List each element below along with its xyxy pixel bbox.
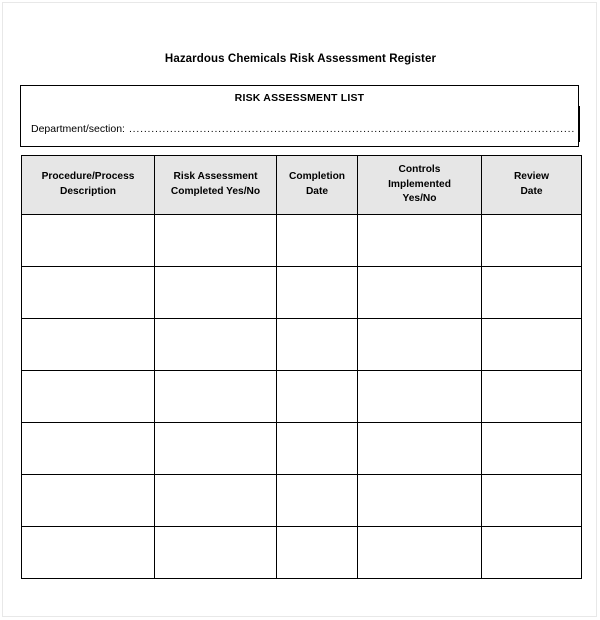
cell-risk-assessment-completed[interactable] (154, 214, 277, 267)
table-body (21, 214, 582, 579)
header-line: Yes/No (402, 193, 437, 205)
cell-completion-date[interactable] (276, 526, 358, 579)
cell-risk-assessment-completed[interactable] (154, 318, 277, 371)
cell-completion-date[interactable] (276, 318, 358, 371)
cell-completion-date[interactable] (276, 422, 358, 475)
header-line: Completed Yes/No (170, 186, 261, 197)
cell-controls-implemented[interactable] (357, 474, 482, 527)
cell-controls-implemented[interactable] (357, 318, 482, 371)
table-row (21, 526, 582, 579)
department-section-label: Department/section: (31, 123, 125, 135)
cell-risk-assessment-completed[interactable] (154, 422, 277, 475)
table-row (21, 474, 582, 527)
cell-risk-assessment-completed[interactable] (154, 370, 277, 423)
cell-controls-implemented[interactable] (357, 214, 482, 267)
column-header-review-date: Review Date (481, 155, 582, 215)
cell-review-date[interactable] (481, 214, 582, 267)
header-line: Review (513, 171, 550, 183)
cell-risk-assessment-completed[interactable] (154, 474, 277, 527)
cell-procedure-process-description[interactable] (21, 526, 155, 579)
cell-risk-assessment-completed[interactable] (154, 266, 277, 319)
table-row (21, 318, 582, 371)
column-header-procedure-process-description: Procedure/Process Description (21, 155, 155, 215)
cell-review-date[interactable] (481, 422, 582, 475)
department-section-dotted-fill: ........................................… (128, 123, 574, 135)
cell-procedure-process-description[interactable] (21, 266, 155, 319)
department-section-field[interactable]: Department/section: ....................… (31, 123, 574, 135)
cell-procedure-process-description[interactable] (21, 318, 155, 371)
page-title: Hazardous Chemicals Risk Assessment Regi… (164, 53, 437, 65)
cell-controls-implemented[interactable] (357, 370, 482, 423)
header-line: Procedure/Process (41, 171, 135, 183)
header-line: Controls (398, 163, 441, 175)
cell-completion-date[interactable] (276, 370, 358, 423)
header-box-vertical-rule (578, 106, 580, 142)
table-row (21, 266, 582, 319)
cell-review-date[interactable] (481, 318, 582, 371)
table-row (21, 370, 582, 423)
cell-review-date[interactable] (481, 526, 582, 579)
header-line: Date (305, 186, 329, 197)
cell-controls-implemented[interactable] (357, 526, 482, 579)
cell-risk-assessment-completed[interactable] (154, 526, 277, 579)
cell-controls-implemented[interactable] (357, 266, 482, 319)
cell-review-date[interactable] (481, 474, 582, 527)
risk-assessment-table: Procedure/Process Description Risk Asses… (21, 155, 582, 579)
table-row (21, 214, 582, 267)
cell-review-date[interactable] (481, 266, 582, 319)
header-line: Implemented (388, 178, 451, 190)
cell-procedure-process-description[interactable] (21, 214, 155, 267)
column-header-controls-implemented: Controls Implemented Yes/No (357, 155, 482, 215)
cell-procedure-process-description[interactable] (21, 422, 155, 475)
cell-controls-implemented[interactable] (357, 422, 482, 475)
cell-completion-date[interactable] (276, 266, 358, 319)
cell-procedure-process-description[interactable] (21, 370, 155, 423)
document-page: Hazardous Chemicals Risk Assessment Regi… (2, 2, 597, 617)
section-title: RISK ASSESSMENT LIST (234, 92, 365, 104)
header-line: Risk Assessment (173, 171, 258, 183)
header-line: Completion (288, 171, 346, 183)
risk-assessment-list-header-box: RISK ASSESSMENT LIST Department/section:… (20, 85, 580, 147)
table-header-row: Procedure/Process Description Risk Asses… (21, 155, 582, 215)
column-header-risk-assessment-completed: Risk Assessment Completed Yes/No (154, 155, 277, 215)
header-line: Date (520, 186, 543, 197)
cell-completion-date[interactable] (276, 214, 358, 267)
cell-procedure-process-description[interactable] (21, 474, 155, 527)
cell-completion-date[interactable] (276, 474, 358, 527)
cell-review-date[interactable] (481, 370, 582, 423)
table-row (21, 422, 582, 475)
header-line: Description (59, 186, 117, 197)
column-header-completion-date: Completion Date (276, 155, 358, 215)
